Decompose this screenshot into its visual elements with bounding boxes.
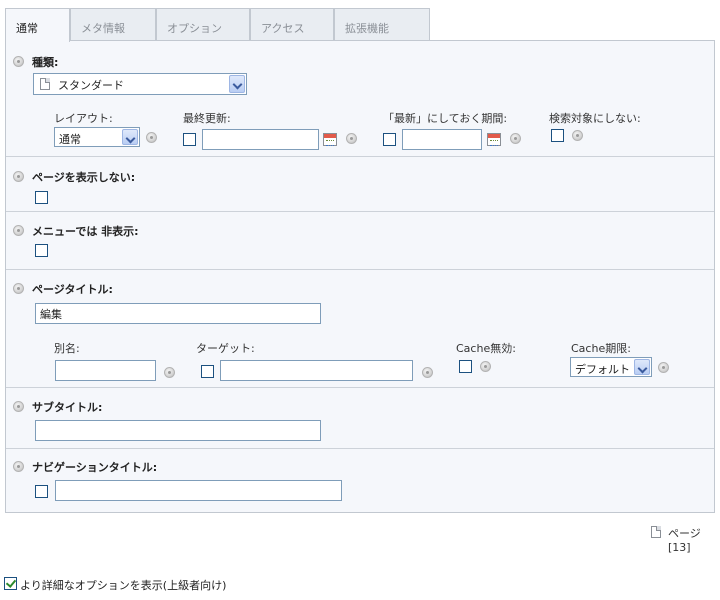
tab-bar: 通常 メタ情報 オプション アクセス 拡張機能: [5, 8, 435, 42]
tab-options[interactable]: オプション: [156, 8, 250, 41]
lastupdated-input[interactable]: [202, 129, 319, 150]
help-icon[interactable]: [510, 133, 521, 144]
help-icon[interactable]: [572, 130, 583, 141]
tab-label: 拡張機能: [345, 22, 389, 35]
target-input[interactable]: [220, 360, 413, 381]
help-icon[interactable]: [658, 362, 669, 373]
newuntil-checkbox[interactable]: [383, 133, 396, 146]
lastupdated-label: 最終更新:: [183, 112, 231, 125]
section-divider: [6, 211, 714, 212]
layout-label: レイアウト:: [54, 112, 113, 125]
cache-timeout-select[interactable]: デフォルト: [570, 357, 652, 377]
doktype-select[interactable]: スタンダード: [33, 73, 247, 95]
chevron-down-icon: [122, 129, 138, 145]
target-checkbox[interactable]: [201, 365, 214, 378]
chevron-down-icon: [634, 359, 650, 375]
lastupdated-checkbox[interactable]: [183, 133, 196, 146]
tab-label: オプション: [167, 22, 222, 35]
alias-input[interactable]: [55, 360, 156, 381]
nav-title-checkbox[interactable]: [35, 485, 48, 498]
subtitle-input[interactable]: [35, 420, 321, 441]
page-icon: [651, 526, 661, 538]
page-reference: ページ [13]: [668, 527, 701, 554]
help-icon[interactable]: [164, 367, 175, 378]
layout-select[interactable]: 通常: [54, 127, 140, 147]
help-icon[interactable]: [13, 461, 24, 472]
tab-extended[interactable]: 拡張機能: [334, 8, 430, 41]
help-icon[interactable]: [346, 133, 357, 144]
tab-label: メタ情報: [81, 22, 125, 35]
nosearch-checkbox[interactable]: [551, 129, 564, 142]
section-divider: [6, 269, 714, 270]
help-icon[interactable]: [13, 56, 24, 67]
help-icon[interactable]: [13, 225, 24, 236]
help-icon[interactable]: [13, 401, 24, 412]
nav-hide-checkbox[interactable]: [35, 244, 48, 257]
doktype-label: 種類:: [32, 56, 59, 69]
page-icon: [40, 78, 50, 90]
cache-timeout-value: デフォルト: [575, 363, 630, 376]
subtitle-label: サブタイトル:: [32, 401, 103, 414]
page-properties-form: 種類: スタンダード レイアウト: 通常 最終更新: 「最新」にしておく期間: …: [5, 40, 715, 513]
nav-title-input[interactable]: [55, 480, 342, 501]
page-title-input[interactable]: [35, 303, 321, 324]
tab-access[interactable]: アクセス: [250, 8, 334, 41]
doktype-value: スタンダード: [58, 79, 124, 92]
newuntil-input[interactable]: [402, 129, 482, 150]
newuntil-label: 「最新」にしておく期間:: [383, 112, 508, 125]
section-divider: [6, 448, 714, 449]
hide-page-checkbox[interactable]: [35, 191, 48, 204]
help-icon[interactable]: [146, 132, 157, 143]
alias-label: 別名:: [54, 342, 80, 355]
section-divider: [6, 387, 714, 388]
page-title-label: ページタイトル:: [32, 283, 113, 296]
target-label: ターゲット:: [196, 342, 255, 355]
cache-timeout-label: Cache期限:: [571, 342, 631, 355]
advanced-options-checkbox[interactable]: [4, 577, 17, 590]
nosearch-label: 検索対象にしない:: [549, 112, 641, 125]
advanced-options-label: より詳細なオプションを表示(上級者向け): [20, 579, 227, 592]
help-icon[interactable]: [13, 171, 24, 182]
help-icon[interactable]: [480, 361, 491, 372]
nav-hide-label: メニューでは 非表示:: [32, 225, 139, 238]
no-cache-label: Cache無効:: [456, 342, 516, 355]
layout-value: 通常: [59, 133, 81, 146]
tab-general[interactable]: 通常: [5, 8, 70, 42]
hide-page-label: ページを表示しない:: [32, 171, 136, 184]
calendar-icon[interactable]: [487, 133, 501, 146]
tab-label: アクセス: [261, 22, 305, 35]
help-icon[interactable]: [13, 283, 24, 294]
nav-title-label: ナビゲーションタイトル:: [32, 461, 158, 474]
tab-meta[interactable]: メタ情報: [70, 8, 156, 41]
section-divider: [6, 156, 714, 157]
no-cache-checkbox[interactable]: [459, 360, 472, 373]
help-icon[interactable]: [422, 367, 433, 378]
tab-label: 通常: [16, 22, 38, 35]
chevron-down-icon: [229, 75, 245, 93]
calendar-icon[interactable]: [323, 133, 337, 146]
